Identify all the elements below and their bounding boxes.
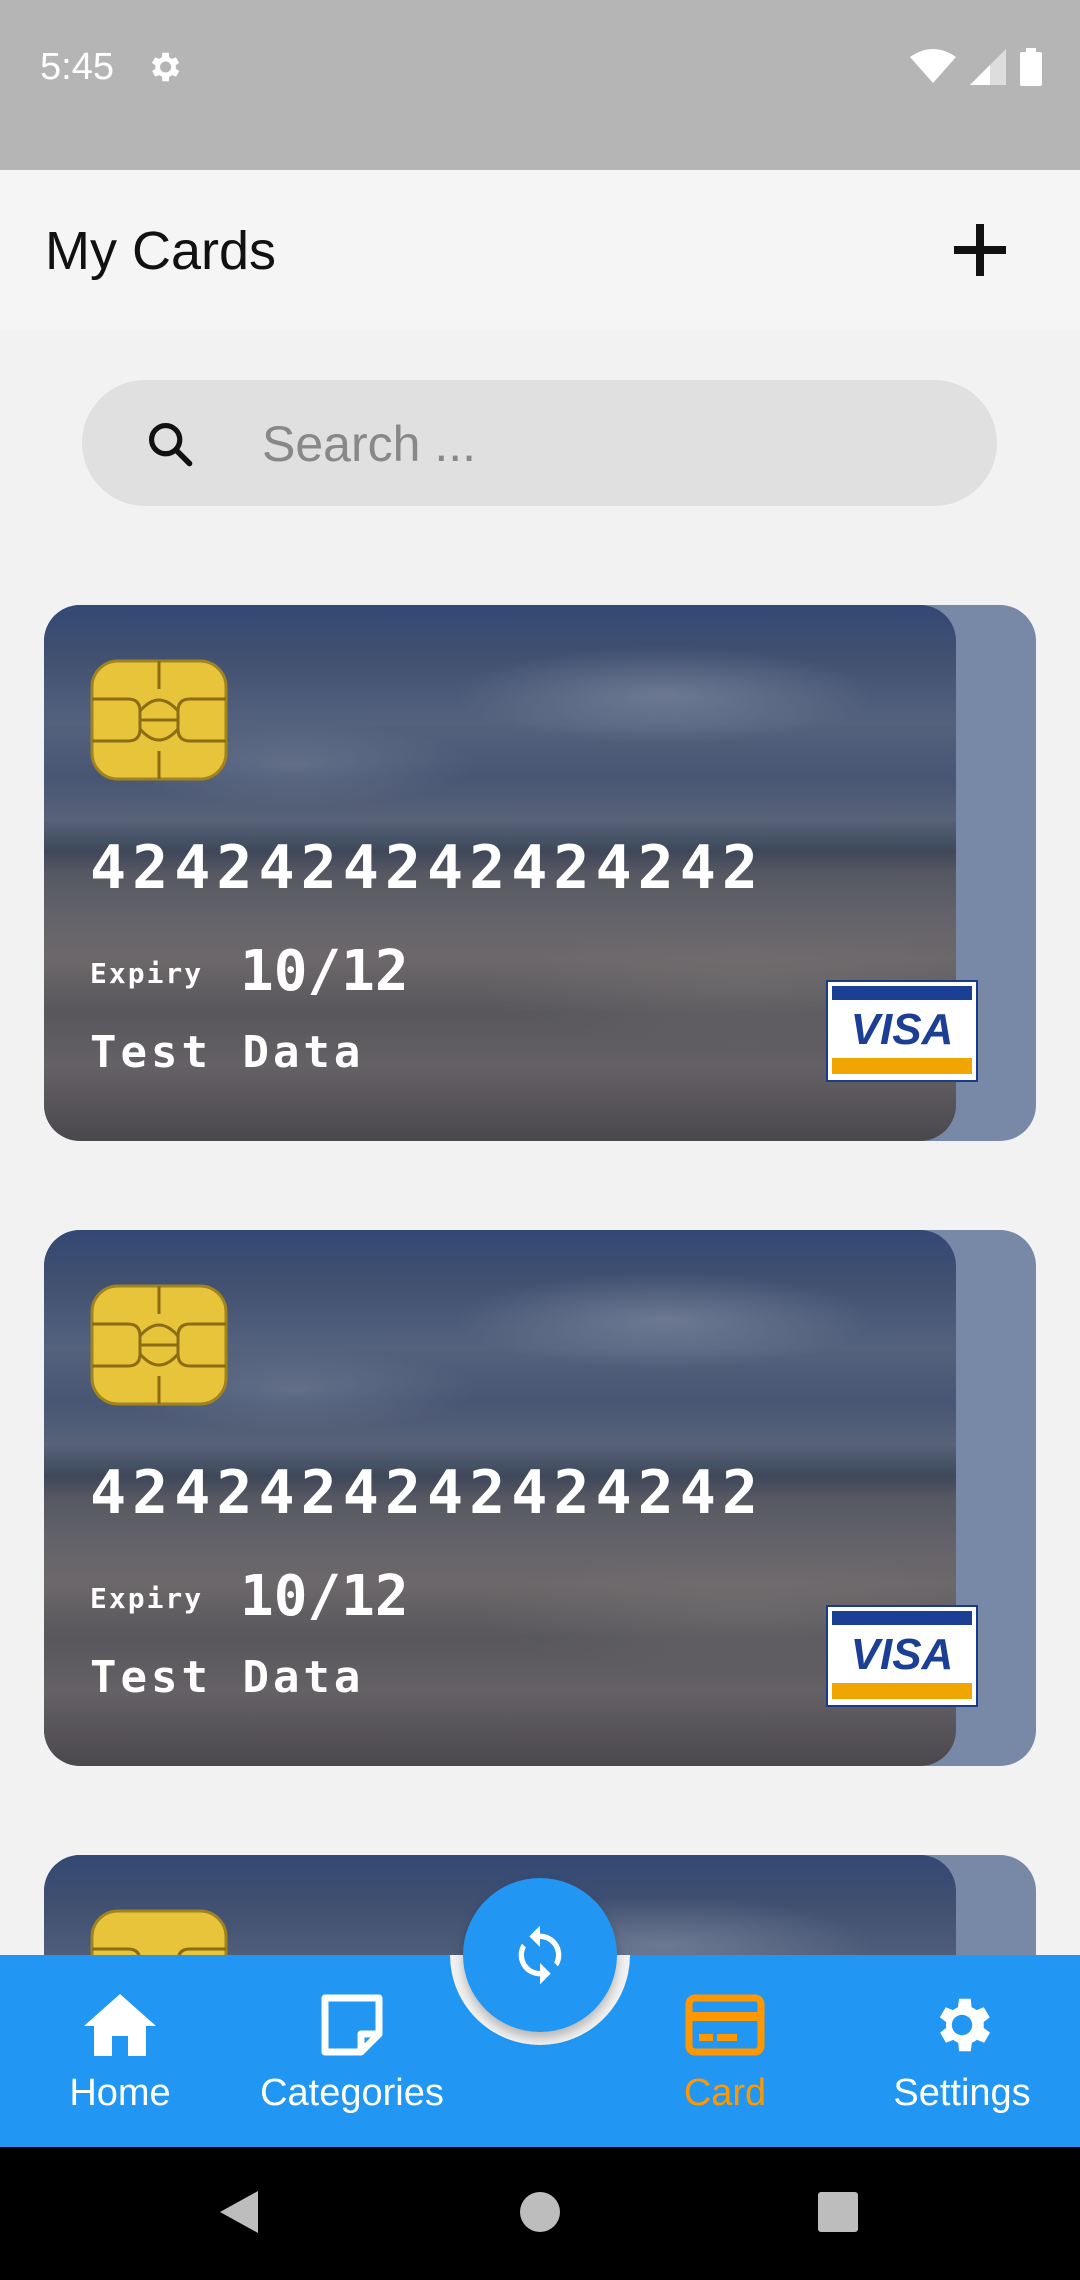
nav-item-home[interactable]: Home — [0, 1990, 240, 2115]
visa-logo: VISA — [826, 1605, 978, 1707]
expiry-value: 10/12 — [240, 939, 409, 1004]
card-number: 4242424242424242 — [90, 833, 764, 903]
card-face: 4242424242424242 Expiry 10/12 Test Data — [44, 605, 956, 1141]
credit-card-icon — [685, 1994, 765, 2056]
system-navigation-bar — [0, 2147, 1080, 2280]
expiry-label: Expiry — [90, 957, 204, 990]
nav-label-home: Home — [69, 2072, 171, 2114]
visa-logo: VISA — [826, 980, 978, 1082]
nav-label-categories: Categories — [260, 2072, 444, 2114]
svg-text:VISA: VISA — [851, 1630, 954, 1679]
card-number: 4242424242424242 — [90, 1458, 764, 1528]
search-bar[interactable] — [82, 380, 997, 508]
search-input[interactable] — [260, 380, 964, 508]
credit-card-item[interactable]: 4242424242424242 Expiry 10/12 Test Data … — [44, 605, 1036, 1141]
chip-icon — [90, 659, 228, 781]
chip-icon — [90, 1284, 228, 1406]
nav-label-settings: Settings — [893, 2072, 1031, 2114]
credit-card-item[interactable]: 4242424242424242 Expiry 10/12 Test Data … — [44, 1230, 1036, 1766]
card-holder-name: Test Data — [90, 1027, 365, 1078]
nav-item-categories[interactable]: Categories — [232, 1990, 472, 2115]
sync-fab-button[interactable] — [463, 1878, 617, 2032]
nav-item-settings[interactable]: Settings — [842, 1990, 1080, 2115]
gear-icon — [939, 1998, 990, 2052]
home-icon — [84, 1994, 156, 2056]
back-icon[interactable] — [216, 2187, 262, 2237]
search-icon — [148, 422, 193, 467]
svg-text:VISA: VISA — [851, 1005, 954, 1054]
recents-icon[interactable] — [816, 2187, 860, 2237]
nav-item-card[interactable]: Card — [605, 1990, 845, 2115]
chip-icon — [90, 1909, 228, 1955]
sync-icon — [518, 1925, 562, 1985]
card-holder-name: Test Data — [90, 1652, 365, 1703]
note-icon — [321, 1994, 383, 2056]
expiry-value: 10/12 — [240, 1564, 409, 1629]
home-circle-icon[interactable] — [518, 2187, 562, 2237]
nav-label-card: Card — [683, 2072, 767, 2114]
expiry-label: Expiry — [90, 1582, 204, 1615]
card-list[interactable]: 4242424242424242 Expiry 10/12 Test Data … — [0, 0, 1080, 1955]
card-face: 4242424242424242 Expiry 10/12 Test Data — [44, 1230, 956, 1766]
